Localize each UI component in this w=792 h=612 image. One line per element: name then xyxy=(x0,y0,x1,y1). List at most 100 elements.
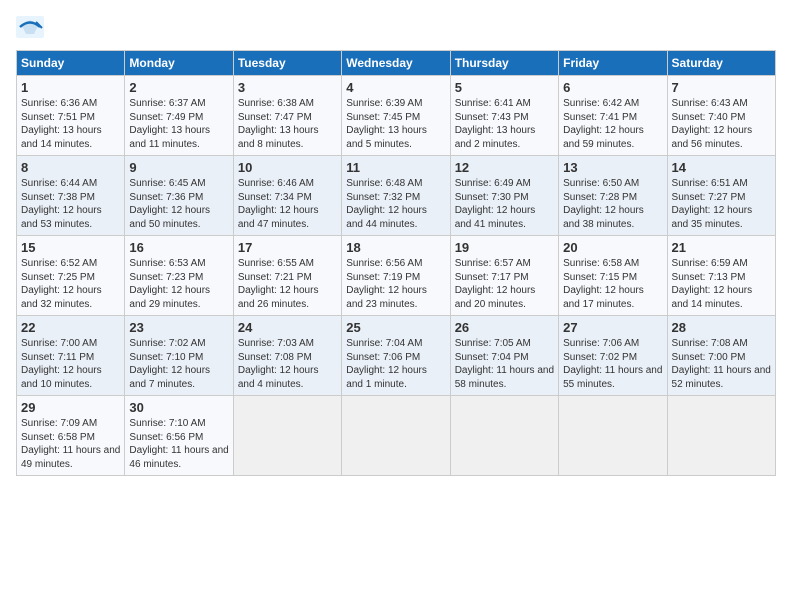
calendar-cell: 3 Sunrise: 6:38 AMSunset: 7:47 PMDaylight… xyxy=(233,76,341,156)
cell-content: Sunrise: 7:08 AMSunset: 7:00 PMDaylight:… xyxy=(672,337,771,391)
day-number: 26 xyxy=(455,320,554,335)
calendar-cell: 29 Sunrise: 7:09 AMSunset: 6:58 PMDayligh… xyxy=(17,396,125,476)
calendar-cell: 2 Sunrise: 6:37 AMSunset: 7:49 PMDaylight… xyxy=(125,76,233,156)
calendar-cell: 10 Sunrise: 6:46 AMSunset: 7:34 PMDayligh… xyxy=(233,156,341,236)
calendar-cell: 24 Sunrise: 7:03 AMSunset: 7:08 PMDayligh… xyxy=(233,316,341,396)
week-row-2: 8 Sunrise: 6:44 AMSunset: 7:38 PMDaylight… xyxy=(17,156,776,236)
cell-content: Sunrise: 6:55 AMSunset: 7:21 PMDaylight:… xyxy=(238,257,337,311)
cell-content: Sunrise: 6:36 AMSunset: 7:51 PMDaylight:… xyxy=(21,97,120,151)
cell-content: Sunrise: 7:04 AMSunset: 7:06 PMDaylight:… xyxy=(346,337,445,391)
calendar-cell: 18Sunrise: 6:56 AMSunset: 7:19 PMDayligh… xyxy=(342,236,450,316)
day-number: 13 xyxy=(563,160,662,175)
cell-content: Sunrise: 6:38 AMSunset: 7:47 PMDaylight:… xyxy=(238,97,337,151)
cell-content: Sunrise: 6:39 AMSunset: 7:45 PMDaylight:… xyxy=(346,97,445,151)
calendar-cell: 30 Sunrise: 7:10 AMSunset: 6:56 PMDayligh… xyxy=(125,396,233,476)
logo-icon xyxy=(16,16,44,38)
cell-content: Sunrise: 7:10 AMSunset: 6:56 PMDaylight:… xyxy=(129,417,228,471)
cell-content: Sunrise: 6:43 AMSunset: 7:40 PMDaylight:… xyxy=(672,97,771,151)
cell-content: Sunrise: 7:03 AMSunset: 7:08 PMDaylight:… xyxy=(238,337,337,391)
day-number: 8 xyxy=(21,160,120,175)
calendar-cell: 11 Sunrise: 6:48 AMSunset: 7:32 PMDayligh… xyxy=(342,156,450,236)
calendar-cell: 7 Sunrise: 6:43 AMSunset: 7:40 PMDaylight… xyxy=(667,76,775,156)
calendar-cell: 25 Sunrise: 7:04 AMSunset: 7:06 PMDayligh… xyxy=(342,316,450,396)
calendar-cell: 17 Sunrise: 6:55 AMSunset: 7:21 PMDayligh… xyxy=(233,236,341,316)
calendar-cell xyxy=(559,396,667,476)
cell-content: Sunrise: 6:58 AMSunset: 7:15 PMDaylight:… xyxy=(563,257,662,311)
calendar-cell: 27 Sunrise: 7:06 AMSunset: 7:02 PMDayligh… xyxy=(559,316,667,396)
cell-content: Sunrise: 6:57 AMSunset: 7:17 PMDaylight:… xyxy=(455,257,554,311)
calendar-cell: 5Sunrise: 6:41 AMSunset: 7:43 PMDaylight… xyxy=(450,76,558,156)
calendar-cell: 28 Sunrise: 7:08 AMSunset: 7:00 PMDayligh… xyxy=(667,316,775,396)
day-number: 14 xyxy=(672,160,771,175)
day-number: 10 xyxy=(238,160,337,175)
day-number: 11 xyxy=(346,160,445,175)
day-number: 16 xyxy=(129,240,228,255)
cell-content: Sunrise: 7:06 AMSunset: 7:02 PMDaylight:… xyxy=(563,337,662,391)
cell-content: Sunrise: 6:46 AMSunset: 7:34 PMDaylight:… xyxy=(238,177,337,231)
logo xyxy=(16,16,48,38)
day-number: 7 xyxy=(672,80,771,95)
day-number: 29 xyxy=(21,400,120,415)
calendar-cell xyxy=(450,396,558,476)
day-number: 1 xyxy=(21,80,120,95)
day-number: 30 xyxy=(129,400,228,415)
col-header-monday: Monday xyxy=(125,51,233,76)
calendar-cell: 15 Sunrise: 6:52 AMSunset: 7:25 PMDayligh… xyxy=(17,236,125,316)
col-header-saturday: Saturday xyxy=(667,51,775,76)
day-number: 12 xyxy=(455,160,554,175)
calendar-cell: 9Sunrise: 6:45 AMSunset: 7:36 PMDaylight… xyxy=(125,156,233,236)
cell-content: Sunrise: 6:41 AMSunset: 7:43 PMDaylight:… xyxy=(455,97,554,151)
week-row-4: 22 Sunrise: 7:00 AMSunset: 7:11 PMDayligh… xyxy=(17,316,776,396)
day-number: 27 xyxy=(563,320,662,335)
calendar-cell: 19 Sunrise: 6:57 AMSunset: 7:17 PMDayligh… xyxy=(450,236,558,316)
calendar-cell: 26 Sunrise: 7:05 AMSunset: 7:04 PMDayligh… xyxy=(450,316,558,396)
calendar-table: SundayMondayTuesdayWednesdayThursdayFrid… xyxy=(16,50,776,476)
day-number: 3 xyxy=(238,80,337,95)
col-header-wednesday: Wednesday xyxy=(342,51,450,76)
cell-content: Sunrise: 6:52 AMSunset: 7:25 PMDaylight:… xyxy=(21,257,120,311)
cell-content: Sunrise: 7:02 AMSunset: 7:10 PMDaylight:… xyxy=(129,337,228,391)
header-row: SundayMondayTuesdayWednesdayThursdayFrid… xyxy=(17,51,776,76)
day-number: 24 xyxy=(238,320,337,335)
week-row-1: 1 Sunrise: 6:36 AMSunset: 7:51 PMDaylight… xyxy=(17,76,776,156)
calendar-cell: 1 Sunrise: 6:36 AMSunset: 7:51 PMDaylight… xyxy=(17,76,125,156)
day-number: 2 xyxy=(129,80,228,95)
calendar-cell: 4 Sunrise: 6:39 AMSunset: 7:45 PMDaylight… xyxy=(342,76,450,156)
day-number: 28 xyxy=(672,320,771,335)
page-header xyxy=(16,16,776,38)
col-header-thursday: Thursday xyxy=(450,51,558,76)
day-number: 4 xyxy=(346,80,445,95)
cell-content: Sunrise: 6:59 AMSunset: 7:13 PMDaylight:… xyxy=(672,257,771,311)
day-number: 19 xyxy=(455,240,554,255)
cell-content: Sunrise: 7:09 AMSunset: 6:58 PMDaylight:… xyxy=(21,417,120,471)
day-number: 23 xyxy=(129,320,228,335)
calendar-cell: 20 Sunrise: 6:58 AMSunset: 7:15 PMDayligh… xyxy=(559,236,667,316)
week-row-5: 29 Sunrise: 7:09 AMSunset: 6:58 PMDayligh… xyxy=(17,396,776,476)
day-number: 9 xyxy=(129,160,228,175)
calendar-cell: 22 Sunrise: 7:00 AMSunset: 7:11 PMDayligh… xyxy=(17,316,125,396)
calendar-cell xyxy=(233,396,341,476)
day-number: 17 xyxy=(238,240,337,255)
day-number: 21 xyxy=(672,240,771,255)
cell-content: Sunrise: 6:37 AMSunset: 7:49 PMDaylight:… xyxy=(129,97,228,151)
calendar-cell: 14 Sunrise: 6:51 AMSunset: 7:27 PMDayligh… xyxy=(667,156,775,236)
day-number: 25 xyxy=(346,320,445,335)
col-header-friday: Friday xyxy=(559,51,667,76)
col-header-sunday: Sunday xyxy=(17,51,125,76)
calendar-cell xyxy=(667,396,775,476)
calendar-cell: 6Sunrise: 6:42 AMSunset: 7:41 PMDaylight… xyxy=(559,76,667,156)
day-number: 22 xyxy=(21,320,120,335)
cell-content: Sunrise: 6:51 AMSunset: 7:27 PMDaylight:… xyxy=(672,177,771,231)
calendar-cell: 21 Sunrise: 6:59 AMSunset: 7:13 PMDayligh… xyxy=(667,236,775,316)
cell-content: Sunrise: 7:00 AMSunset: 7:11 PMDaylight:… xyxy=(21,337,120,391)
cell-content: Sunrise: 6:44 AMSunset: 7:38 PMDaylight:… xyxy=(21,177,120,231)
day-number: 18 xyxy=(346,240,445,255)
cell-content: Sunrise: 7:05 AMSunset: 7:04 PMDaylight:… xyxy=(455,337,554,391)
day-number: 15 xyxy=(21,240,120,255)
calendar-cell: 16Sunrise: 6:53 AMSunset: 7:23 PMDayligh… xyxy=(125,236,233,316)
calendar-cell: 13Sunrise: 6:50 AMSunset: 7:28 PMDayligh… xyxy=(559,156,667,236)
day-number: 20 xyxy=(563,240,662,255)
calendar-cell: 12Sunrise: 6:49 AMSunset: 7:30 PMDayligh… xyxy=(450,156,558,236)
cell-content: Sunrise: 6:48 AMSunset: 7:32 PMDaylight:… xyxy=(346,177,445,231)
col-header-tuesday: Tuesday xyxy=(233,51,341,76)
